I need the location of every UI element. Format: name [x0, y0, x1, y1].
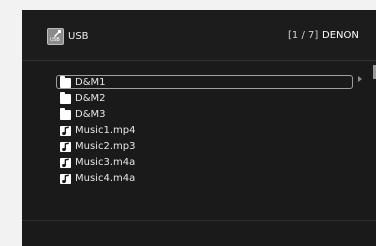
list-item-label: D&M2 — [75, 93, 106, 104]
list-item-label: Music3.m4a — [75, 157, 136, 168]
music-note-glyph — [62, 174, 69, 184]
folder-icon — [60, 108, 71, 120]
music-note-glyph — [62, 158, 69, 168]
usb-source-icon: USB — [47, 28, 64, 45]
source-name: USB — [68, 31, 89, 42]
file-list: D&M1 D&M2 D&M3 Music1.mp4 Music2.mp3 Mus… — [56, 75, 362, 187]
header-divider — [22, 60, 376, 61]
chevron-right-icon — [358, 76, 362, 82]
music-note-icon — [60, 126, 71, 136]
brand-logo: DENON — [322, 30, 359, 41]
music-note-icon — [60, 174, 71, 184]
music-note-icon — [60, 158, 71, 168]
music-item-2[interactable]: Music2.mp3 — [60, 139, 360, 155]
folder-item-dm2[interactable]: D&M2 — [60, 91, 360, 107]
folder-item-dm3[interactable]: D&M3 — [60, 107, 360, 123]
music-note-glyph — [62, 126, 69, 136]
list-item-label: Music2.mp3 — [75, 141, 136, 152]
page-indicator: [1 / 7] — [288, 30, 319, 41]
music-item-3[interactable]: Music3.m4a — [60, 155, 360, 171]
list-item-label: D&M1 — [75, 77, 106, 88]
music-item-4[interactable]: Music4.m4a — [60, 171, 360, 187]
usb-icon-text: USB — [50, 37, 60, 43]
music-item-1[interactable]: Music1.mp4 — [60, 123, 360, 139]
folder-icon — [60, 92, 71, 104]
footer-divider — [22, 220, 376, 221]
list-item-label: Music4.m4a — [75, 173, 136, 184]
header-bar: USB USB [1 / 7] DENON — [22, 10, 376, 60]
folder-item-dm1[interactable]: D&M1 — [56, 75, 362, 91]
media-browser-screen: USB USB [1 / 7] DENON D&M1 D&M2 D&M3 Mus… — [22, 10, 376, 246]
folder-icon — [60, 76, 71, 88]
list-item-label: Music1.mp4 — [75, 125, 136, 136]
music-note-icon — [60, 142, 71, 152]
music-note-glyph — [62, 142, 69, 152]
list-item-label: D&M3 — [75, 109, 106, 120]
